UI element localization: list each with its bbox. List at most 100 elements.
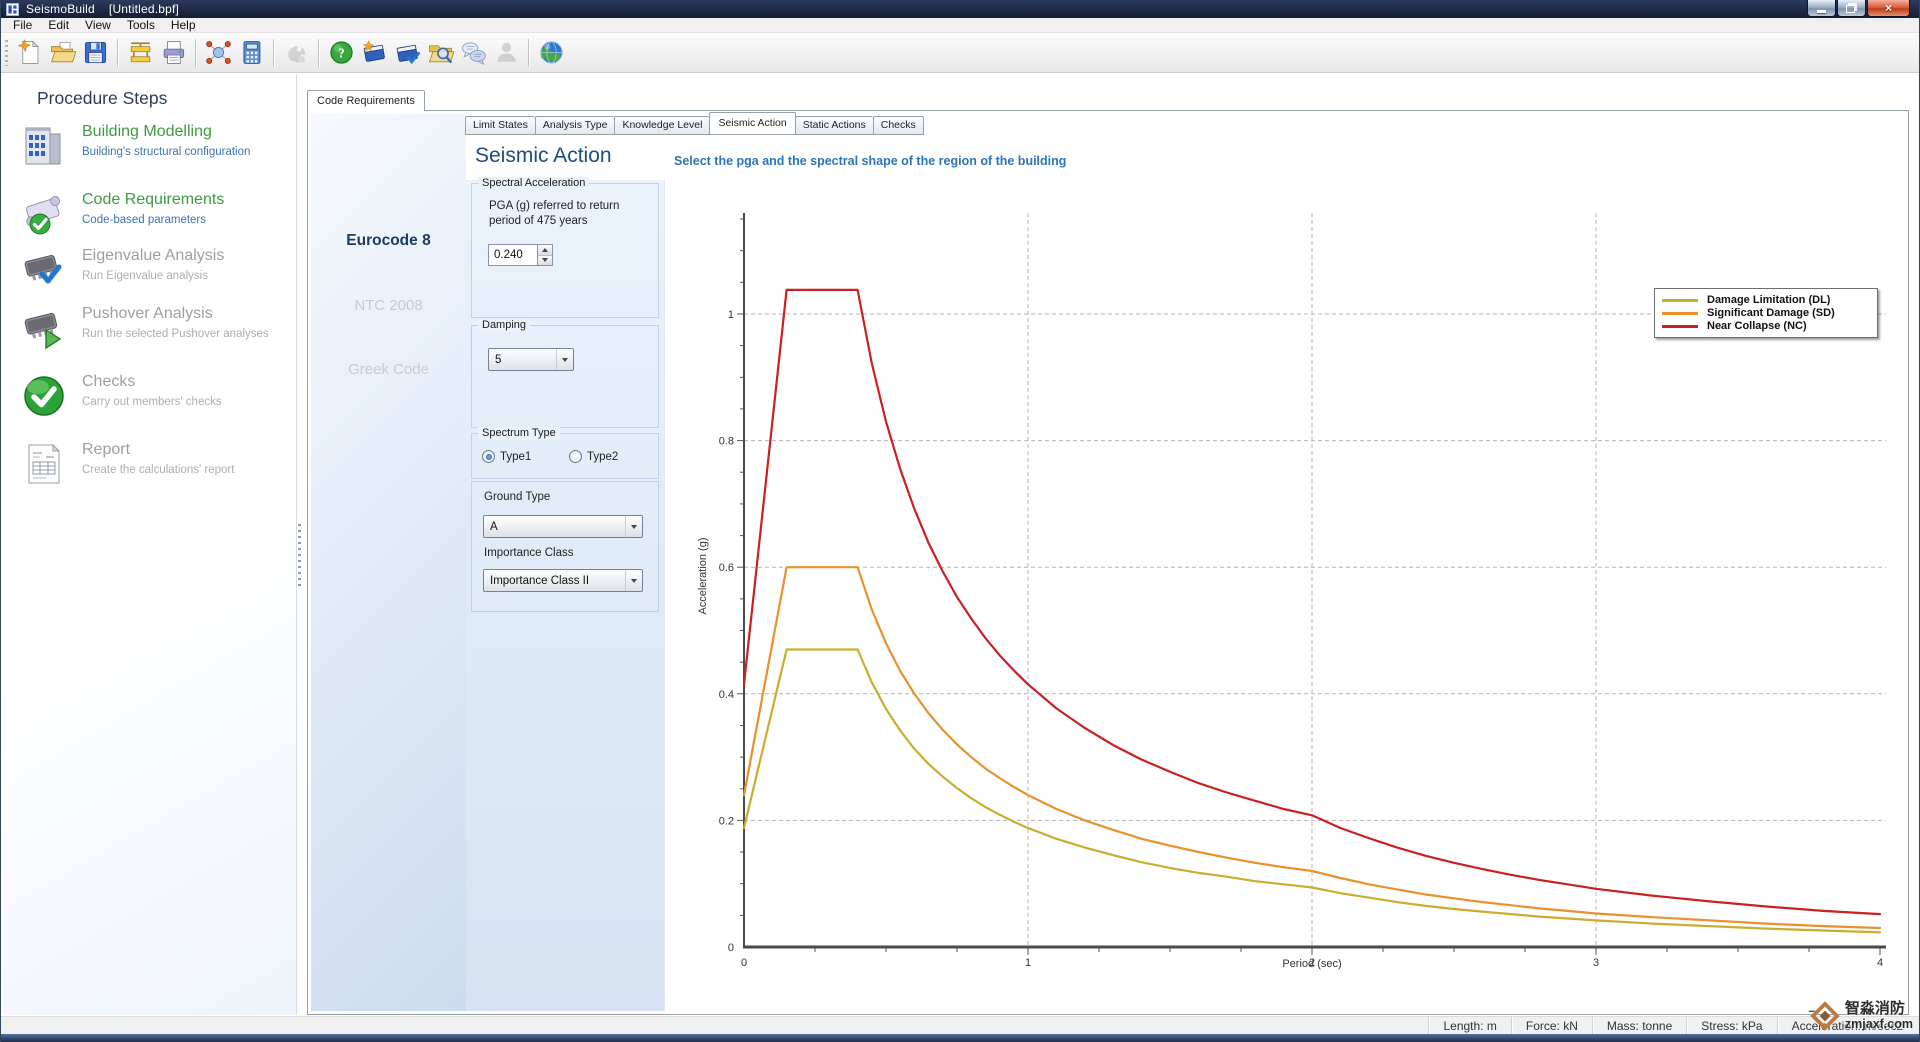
manual-book-icon[interactable] [358,36,391,69]
pga-input[interactable] [488,244,538,266]
legend-label: Damage Limitation (DL) [1707,294,1830,306]
step-title: Report [82,441,234,459]
calculator-icon[interactable] [235,36,268,69]
sidebar-heading: Procedure Steps [37,88,167,109]
minimize-button[interactable] [1807,0,1836,17]
svg-text:0.8: 0.8 [719,436,734,448]
code-ntc-2008[interactable]: NTC 2008 [311,297,466,314]
spin-up-button[interactable] [538,245,552,256]
legend-swatch [1662,325,1698,328]
toolbar-separator [117,39,119,67]
page-subtitle: Select the pga and the spectral shape of… [674,154,1066,168]
save-icon[interactable] [79,36,112,69]
toolbar-separator [528,39,530,67]
step-title: Checks [82,373,222,391]
tab-checks[interactable]: Checks [873,116,924,135]
tab-limit-states[interactable]: Limit States [465,116,535,135]
spectrum-type-group: Spectrum Type Type1Type2 [471,433,659,479]
code-greek-code[interactable]: Greek Code [311,361,466,378]
menu-bar: FileEditViewToolsHelp [1,18,1919,33]
legend-label: Significant Damage (SD) [1707,307,1835,319]
restore-button[interactable] [1837,0,1866,17]
dropdown-button[interactable] [625,516,642,537]
examples-folder-icon[interactable] [424,36,457,69]
chevron-down-icon [562,358,568,362]
minimize-icon [1817,10,1826,13]
sidebar-step-report[interactable]: Report Create the calculations' report [20,440,288,488]
chip-check-icon [20,246,68,294]
pga-label: PGA (g) referred to return period of 475… [489,199,644,229]
website-globe-icon[interactable] [535,36,568,69]
legend-item: Near Collapse (NC) [1655,320,1877,332]
close-icon: × [1885,2,1892,14]
splitter-grip[interactable] [298,524,301,586]
importance-class-label: Importance Class [484,547,573,559]
watermark-logo-icon [1808,999,1842,1033]
tab-code-requirements[interactable]: Code Requirements [307,90,425,111]
help-icon[interactable]: ? [325,36,358,69]
site-parameters-group: Ground Type A Importance Class Importanc… [471,481,659,612]
spectral-acceleration-group: Spectral Acceleration PGA (g) referred t… [471,183,659,318]
procedure-steps-sidebar: Procedure Steps Building ModellingBuildi… [3,74,297,1015]
damping-select[interactable]: 5 [488,348,574,371]
report-print-icon[interactable] [157,36,190,69]
svg-text:1: 1 [728,309,734,321]
building-modeller-icon[interactable] [124,36,157,69]
up-arrow-icon [542,248,548,252]
spin-down-button[interactable] [538,256,552,266]
status-stress: Stress: kPa [1686,1017,1776,1034]
radio-icon [482,450,495,463]
tab-knowledge-level[interactable]: Knowledge Level [614,116,709,135]
dropdown-button[interactable] [556,349,573,370]
spectrum-type1-radio[interactable]: Type1 [482,450,569,463]
form-column: Spectral Acceleration PGA (g) referred t… [466,180,665,1011]
svg-text:?: ? [338,46,345,61]
close-button[interactable]: × [1867,0,1910,17]
sidebar-step-building-modelling[interactable]: Building ModellingBuilding's structural … [20,122,288,170]
menu-edit[interactable]: Edit [40,18,77,33]
menu-help[interactable]: Help [163,18,204,33]
spectrum-type2-radio[interactable]: Type2 [569,450,656,463]
sidebar-step-code-requirements[interactable]: Code RequirementsCode-based parameters [20,190,288,238]
step-subtitle: Create the calculations' report [82,464,234,476]
new-file-icon[interactable] [13,36,46,69]
sidebar-step-checks[interactable]: Checks Carry out members' checks [20,372,288,420]
tab-static-actions[interactable]: Static Actions [795,116,873,135]
legend-item: Damage Limitation (DL) [1655,294,1877,306]
sidebar-step-eigenvalue-analysis[interactable]: Eigenvalue AnalysisRun Eigenvalue analys… [20,246,288,294]
dropdown-button[interactable] [625,570,642,591]
status-bar: Length: mForce: kNMass: tonneStress: kPa… [1,1016,1919,1034]
tab-analysis-type[interactable]: Analysis Type [535,116,615,135]
svg-text:1: 1 [1025,957,1031,969]
sidebar-step-pushover-analysis[interactable]: Pushover AnalysisRun the selected Pushov… [20,304,288,352]
svg-text:0: 0 [741,957,747,969]
toolbar-separator [195,39,197,67]
watermark-text: 智淼消防 [1845,1001,1913,1017]
ground-type-select[interactable]: A [483,515,643,538]
menu-view[interactable]: View [77,18,119,33]
toolbar: ? [1,33,1919,73]
status-mass: Mass: tonne [1592,1017,1686,1034]
svg-text:0.6: 0.6 [719,562,734,574]
importance-class-select[interactable]: Importance Class II [483,569,643,592]
spectrum-chart: 00.20.40.60.8101234 Acceleration (g) Per… [665,180,1905,1011]
page-title: Seismic Action [475,144,612,168]
step-subtitle: Carry out members' checks [82,396,222,408]
menu-file[interactable]: File [5,18,40,33]
spectrum-type-options: Type1Type2 [482,450,656,463]
radio-icon [569,450,582,463]
forum-icon[interactable] [457,36,490,69]
code-eurocode-8[interactable]: Eurocode 8 [311,232,466,250]
tab-seismic-action[interactable]: Seismic Action [709,112,795,135]
x-axis-label: Period (sec) [1212,958,1412,970]
support-icon [490,36,523,69]
restore-icon [1846,5,1855,13]
legend-item: Significant Damage (SD) [1655,307,1877,319]
legend-swatch [1662,299,1698,302]
chip-play-icon [20,304,68,352]
step-subtitle: Code-based parameters [82,214,224,226]
open-file-icon[interactable] [46,36,79,69]
verification-book-icon[interactable] [391,36,424,69]
menu-tools[interactable]: Tools [119,18,163,33]
eigenvalue-icon[interactable] [202,36,235,69]
